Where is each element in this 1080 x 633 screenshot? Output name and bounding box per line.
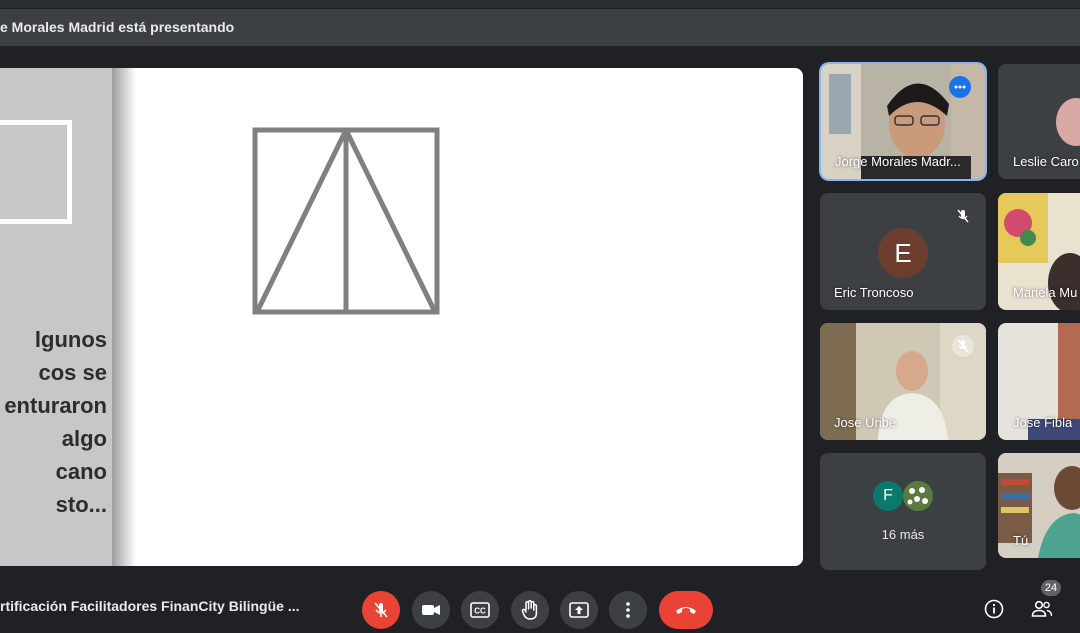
participant-name: Leslie Caro bbox=[1013, 154, 1079, 169]
captions-icon: CC bbox=[470, 602, 490, 618]
more-participants-count: 16 más bbox=[881, 527, 925, 542]
participants-button[interactable] bbox=[1026, 593, 1058, 625]
participant-name: Jorge Morales Madr... bbox=[835, 154, 961, 169]
present-icon bbox=[569, 602, 589, 618]
info-icon bbox=[984, 599, 1004, 619]
more-options-icon[interactable] bbox=[949, 76, 971, 98]
leave-call-button[interactable] bbox=[659, 591, 713, 629]
slide-line: algo bbox=[61, 426, 107, 451]
participant-name: Jose Fibla bbox=[1013, 415, 1073, 430]
captions-button[interactable]: CC bbox=[461, 591, 499, 629]
avatar: E bbox=[878, 228, 928, 278]
participant-name: Mariela Mu bbox=[1013, 285, 1078, 300]
participant-name: Tú bbox=[1013, 533, 1029, 548]
slide-line: sto... bbox=[55, 492, 107, 517]
slide-line: cano bbox=[55, 459, 107, 484]
slide-frame-shape bbox=[0, 120, 72, 224]
raise-hand-button[interactable] bbox=[511, 591, 549, 629]
participant-tile-self[interactable]: Tú bbox=[998, 453, 1080, 558]
slide-line: cos se bbox=[38, 360, 108, 385]
camera-toggle-button[interactable] bbox=[412, 591, 450, 629]
slide-shadow bbox=[112, 68, 136, 566]
presentation-stage: lgunos cos se enturaron algo cano sto... bbox=[0, 68, 803, 566]
top-strip bbox=[0, 0, 1080, 8]
mic-off-icon bbox=[374, 602, 388, 618]
participant-tile-jose-fibla[interactable]: Jose Fibla bbox=[998, 323, 1080, 440]
camera-icon bbox=[422, 605, 440, 615]
svg-text:CC: CC bbox=[474, 607, 486, 616]
hand-icon bbox=[521, 600, 538, 620]
participant-count-badge: 24 bbox=[1041, 580, 1061, 596]
participant-tile-mariela[interactable]: Mariela Mu bbox=[998, 193, 1080, 310]
participant-tile-eric[interactable]: E Eric Troncoso bbox=[820, 193, 986, 310]
slide-logo-figure bbox=[252, 127, 440, 315]
meeting-details-button[interactable] bbox=[978, 593, 1010, 625]
presenting-text: e Morales Madrid está presentando bbox=[0, 19, 235, 35]
slide-text: lgunos cos se enturaron algo cano sto... bbox=[0, 323, 120, 521]
microphone-toggle-button[interactable] bbox=[362, 591, 400, 629]
participant-name: Eric Troncoso bbox=[834, 285, 914, 300]
slide-side-panel: lgunos cos se enturaron algo cano sto... bbox=[0, 68, 120, 566]
more-vert-icon bbox=[626, 602, 630, 618]
meeting-title: rtificación Facilitadores FinanCity Bili… bbox=[0, 598, 300, 614]
avatar bbox=[1056, 98, 1080, 146]
participant-tile-leslie[interactable]: Leslie Caro bbox=[998, 64, 1080, 179]
participant-video bbox=[998, 453, 1080, 558]
avatar-flowers bbox=[903, 481, 933, 511]
people-icon bbox=[1031, 600, 1053, 617]
avatar: F bbox=[873, 481, 903, 511]
slide-line: lgunos bbox=[34, 327, 107, 352]
hang-up-icon bbox=[676, 607, 696, 614]
more-participants-tile[interactable]: F 16 más bbox=[820, 453, 986, 570]
presenting-banner: e Morales Madrid está presentando bbox=[0, 9, 1080, 46]
mic-off-icon bbox=[952, 205, 974, 227]
bottom-control-bar: rtificación Facilitadores FinanCity Bili… bbox=[0, 580, 1080, 633]
present-screen-button[interactable] bbox=[560, 591, 598, 629]
participant-name: Jose Uribe bbox=[834, 415, 897, 430]
participant-tile-jose-uribe[interactable]: Jose Uribe bbox=[820, 323, 986, 440]
more-options-button[interactable] bbox=[609, 591, 647, 629]
mic-off-icon bbox=[952, 335, 974, 357]
slide-line: enturaron bbox=[4, 393, 107, 418]
participant-tile-jorge[interactable]: Jorge Morales Madr... bbox=[821, 64, 985, 179]
